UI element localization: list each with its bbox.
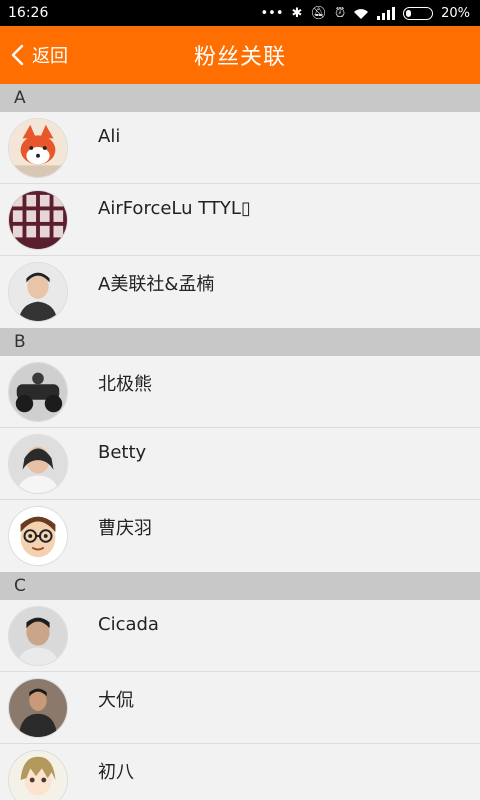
contact-name: AirForceLu TTYL▯ xyxy=(98,198,251,219)
contact-name: 曹庆羽 xyxy=(98,518,152,539)
list-item[interactable]: Betty xyxy=(0,428,480,500)
contact-name: Cicada xyxy=(98,614,159,635)
photo-grid-avatar xyxy=(8,190,68,250)
list-item[interactable]: 大侃 xyxy=(0,672,480,744)
list-item[interactable]: 北极熊 xyxy=(0,356,480,428)
bluetooth-icon: ✱ xyxy=(291,5,303,21)
man-portrait-avatar xyxy=(8,262,68,322)
contact-name: 北极熊 xyxy=(98,374,152,395)
battery-percent: 20% xyxy=(441,5,470,21)
glasses-cartoon-avatar xyxy=(8,506,68,566)
signal-icon xyxy=(377,6,396,20)
contact-name: 初八 xyxy=(98,762,134,783)
chevron-left-icon xyxy=(11,44,24,66)
back-label: 返回 xyxy=(32,46,68,67)
contact-name: A美联社&孟楠 xyxy=(98,274,215,295)
title-bar: 返回 粉丝关联 xyxy=(0,26,480,84)
list-item[interactable]: 曹庆羽 xyxy=(0,500,480,572)
status-bar: 16:26 ••• ✱ 🔕︎ ⏰︎ 20% xyxy=(0,0,480,26)
alarm-icon: ⏰︎ xyxy=(334,5,346,21)
wifi-icon xyxy=(354,8,369,19)
man-portrait-avatar xyxy=(8,606,68,666)
battery-icon xyxy=(403,6,434,20)
list-item[interactable]: AirForceLu TTYL▯ xyxy=(0,184,480,256)
man-sitting-avatar xyxy=(8,678,68,738)
woman-portrait-avatar xyxy=(8,434,68,494)
list-item[interactable]: Cicada xyxy=(0,600,480,672)
page-title: 粉丝关联 xyxy=(193,45,286,70)
more-dots-icon: ••• xyxy=(260,5,284,21)
contact-name: 大侃 xyxy=(98,690,134,711)
mute-bell-icon: 🔕︎ xyxy=(310,5,327,21)
section-header-b: B xyxy=(0,328,480,356)
motorcycle-avatar xyxy=(8,362,68,422)
section-header-a: A xyxy=(0,84,480,112)
status-icons: ••• ✱ 🔕︎ ⏰︎ 20% xyxy=(260,5,470,21)
fox-cartoon-avatar xyxy=(8,118,68,178)
back-button[interactable]: 返回 xyxy=(10,26,68,84)
section-header-c: C xyxy=(0,572,480,600)
anime-girl-avatar xyxy=(8,750,68,800)
list-item[interactable]: Ali xyxy=(0,112,480,184)
contact-name: Ali xyxy=(98,126,121,147)
status-time: 16:26 xyxy=(8,5,49,21)
list-item[interactable]: A美联社&孟楠 xyxy=(0,256,480,328)
list-item[interactable]: 初八 xyxy=(0,744,480,800)
contact-name: Betty xyxy=(98,442,147,463)
